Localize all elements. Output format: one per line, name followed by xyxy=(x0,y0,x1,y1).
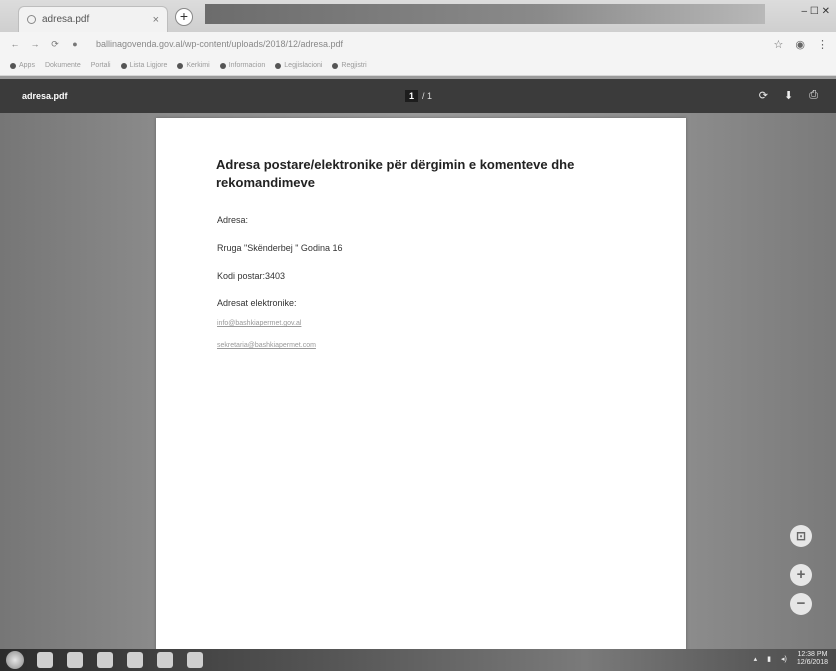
bookmark-item[interactable]: Lista Ligjore xyxy=(120,62,167,69)
taskbar-app[interactable] xyxy=(120,649,150,671)
bookmark-icon xyxy=(219,62,226,69)
tray-arrow-icon[interactable]: ▴ xyxy=(754,655,758,663)
tab-close-icon[interactable]: × xyxy=(153,14,159,26)
email-link[interactable]: info@bashkiapermet.gov.al xyxy=(217,320,301,327)
profile-icon[interactable]: ◉ xyxy=(795,38,805,51)
bookmark-icon xyxy=(275,62,282,69)
taskbar-app[interactable] xyxy=(90,649,120,671)
menu-kebab-icon[interactable]: ⋮ xyxy=(817,38,828,51)
pdf-file-name: adresa.pdf xyxy=(22,91,68,101)
address-bar: ← → ⟳ ● ballinagovenda.gov.al/wp-content… xyxy=(0,32,836,56)
pdf-viewer-area[interactable]: Adresa postare/elektronike për dërgimin … xyxy=(0,113,836,651)
tab-strip-background xyxy=(205,4,765,24)
clock-date: 12/6/2018 xyxy=(796,659,828,666)
windows-start-icon xyxy=(6,651,24,669)
taskbar: ▴ ▮ ◂) 12:38 PM 12/6/2018 xyxy=(0,649,836,671)
outlook-icon xyxy=(97,652,113,668)
bookmark-item[interactable]: Dokumente xyxy=(45,62,81,69)
email-link[interactable]: sekretaria@bashkiapermet.com xyxy=(217,342,316,349)
document-title: Adresa postare/elektronike për dërgimin … xyxy=(216,157,575,190)
bookmark-item[interactable]: Informacion xyxy=(219,62,265,69)
print-icon[interactable]: ⎙ xyxy=(809,89,818,102)
new-tab-button[interactable]: + xyxy=(175,8,193,26)
page-total: / 1 xyxy=(422,91,433,101)
word-icon xyxy=(187,652,203,668)
window-controls[interactable]: – ☐ ✕ xyxy=(802,6,830,17)
street-address: Rruga "Skënderbej " Godina 16 xyxy=(217,243,343,253)
address-label: Adresa: xyxy=(217,215,249,225)
media-player-icon xyxy=(67,652,83,668)
pdf-page: Adresa postare/elektronike për dërgimin … xyxy=(156,118,686,651)
bookmark-item[interactable]: Legjislacioni xyxy=(275,62,322,69)
volume-icon[interactable]: ◂) xyxy=(781,655,787,663)
emails-label: Adresat elektronike: xyxy=(217,298,297,308)
taskbar-clock[interactable]: 12:38 PM 12/6/2018 xyxy=(797,651,828,667)
page-favicon-icon xyxy=(27,15,36,24)
postal-code: Kodi postar:3403 xyxy=(217,271,286,281)
apps-icon xyxy=(10,62,16,69)
folder-icon xyxy=(127,652,143,668)
lock-icon: ● xyxy=(72,39,78,49)
browser-tab[interactable]: adresa.pdf × xyxy=(18,6,168,32)
page-indicator: 1 / 1 xyxy=(405,90,432,102)
bookmark-item[interactable]: Kerkimi xyxy=(177,62,210,69)
taskbar-app[interactable] xyxy=(60,649,90,671)
rotate-icon[interactable]: ⟳ xyxy=(759,89,768,102)
bookmark-icon xyxy=(332,62,339,69)
system-tray: ▴ ▮ ◂) 12:38 PM 12/6/2018 xyxy=(754,651,828,667)
back-arrow-icon[interactable]: ← xyxy=(8,39,22,49)
download-icon[interactable]: ⬇ xyxy=(784,89,793,102)
bookmark-icon xyxy=(177,62,184,69)
taskbar-app[interactable] xyxy=(30,649,60,671)
clock-time: 12:38 PM xyxy=(797,651,828,658)
fit-to-page-button[interactable]: ⊡ xyxy=(790,525,812,547)
zoom-in-button[interactable]: + xyxy=(790,564,812,586)
taskbar-app[interactable] xyxy=(150,649,180,671)
page-number-input[interactable]: 1 xyxy=(405,90,419,102)
url-input[interactable]: ballinagovenda.gov.al/wp-content/uploads… xyxy=(88,39,774,49)
bookmark-icon xyxy=(120,62,127,69)
bookmark-item[interactable]: Apps xyxy=(10,62,35,69)
browser-tab-strip: adresa.pdf × + – ☐ ✕ xyxy=(0,0,836,32)
zoom-out-button[interactable]: − xyxy=(790,593,812,615)
forward-arrow-icon[interactable]: → xyxy=(28,39,42,49)
bookmarks-bar: Apps Dokumente Portali Lista Ligjore Ker… xyxy=(0,56,836,76)
network-icon[interactable]: ▮ xyxy=(767,655,771,663)
chrome-icon xyxy=(157,652,173,668)
bookmark-item[interactable]: Portali xyxy=(91,62,111,69)
start-button[interactable] xyxy=(0,649,30,671)
bookmark-star-icon[interactable]: ☆ xyxy=(774,38,784,51)
bookmark-item[interactable]: Regjistri xyxy=(332,62,367,69)
reload-icon[interactable]: ⟳ xyxy=(48,39,62,50)
tab-title: adresa.pdf xyxy=(42,14,90,25)
taskbar-app[interactable] xyxy=(180,649,210,671)
pdf-toolbar: adresa.pdf 1 / 1 ⟳ ⬇ ⎙ xyxy=(0,79,836,113)
internet-explorer-icon xyxy=(37,652,53,668)
